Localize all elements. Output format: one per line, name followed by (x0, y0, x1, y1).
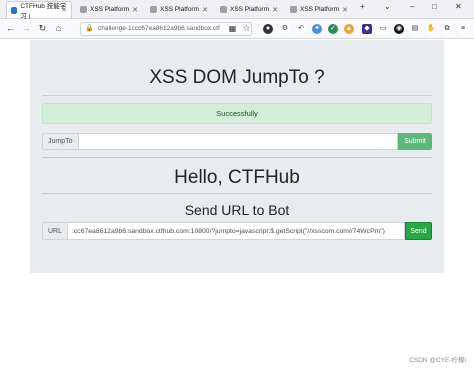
page-favicon-icon (150, 6, 157, 13)
close-tab-icon[interactable]: ✕ (342, 6, 348, 14)
back-icon[interactable]: ← (4, 22, 17, 35)
extensions-puzzle-icon[interactable]: ⧉ (442, 24, 452, 34)
lock-icon: 🔒 (85, 25, 94, 32)
close-tab-icon[interactable]: ✕ (272, 6, 278, 14)
tab-xss-platform-1[interactable]: XSS Platform ✕ (76, 1, 142, 18)
tab-label: XSS Platform (90, 6, 130, 13)
jumpto-form: JumpTo Submit (42, 133, 432, 150)
page-favicon-icon (80, 6, 87, 13)
extension-icon-8[interactable]: ▭ (378, 24, 388, 34)
extension-icon-7[interactable]: ◆ (362, 24, 372, 34)
jumpto-label: JumpTo (42, 133, 79, 150)
list-tabs-icon[interactable]: ⌄ (384, 2, 391, 11)
page-title: XSS DOM JumpTo ? (149, 67, 325, 88)
extension-icon-5[interactable]: ✓ (328, 24, 338, 34)
extension-icon-2[interactable]: ⚙ (280, 24, 290, 34)
csdn-watermark: CSDN @CYE-柠檬i (409, 357, 466, 364)
ctfhub-favicon-icon (11, 6, 18, 14)
success-alert: Successfully (42, 103, 432, 124)
close-window-icon[interactable]: ✕ (455, 2, 462, 11)
extension-icon-3[interactable]: ↶ (296, 24, 306, 34)
url-label: URL (42, 222, 69, 240)
nav-bar: ← → ↻ ⌂ 🔒 challenge-1ccc67ea8612a9b6.san… (0, 19, 474, 39)
forward-icon[interactable]: → (20, 22, 33, 35)
send-url-form: URL :cc67ea8612a9b6.sandbox.ctfhub.com:1… (42, 222, 432, 240)
extension-icon-10[interactable]: ▤ (410, 24, 420, 34)
url-text: challenge-1ccc67ea8612a9b6.sandbox.ctf (98, 25, 220, 32)
extension-icon-1[interactable]: ● (263, 24, 273, 34)
new-tab-button[interactable]: + (360, 2, 365, 11)
close-tab-icon[interactable]: ✕ (202, 6, 208, 14)
tab-xss-platform-3[interactable]: XSS Platform ✕ (216, 1, 282, 18)
page-favicon-icon (220, 6, 227, 13)
jumpto-input[interactable] (78, 133, 398, 150)
tab-label: XSS Platform (160, 6, 200, 13)
page-viewport: XSS DOM JumpTo ? Successfully JumpTo Sub… (0, 40, 474, 368)
bookmark-star-icon[interactable]: ☆ (240, 22, 253, 35)
tab-ctfhub[interactable]: CTFHub 技能学习 | ✕ (6, 1, 72, 20)
tab-xss-platform-4[interactable]: XSS Platform ✕ (286, 1, 352, 18)
send-button[interactable]: Send (405, 222, 432, 240)
page-favicon-icon (290, 6, 297, 13)
tab-label: XSS Platform (300, 6, 340, 13)
close-tab-icon[interactable]: ✕ (132, 6, 138, 14)
extension-icon-9[interactable]: ◉ (394, 24, 404, 34)
tab-label: XSS Platform (230, 6, 270, 13)
url-input[interactable]: :cc67ea8612a9b6.sandbox.ctfhub.com:10800… (68, 222, 405, 240)
maximize-icon[interactable]: □ (432, 2, 437, 11)
minimize-icon[interactable]: – (410, 2, 414, 11)
hello-heading: Hello, CTFHub (174, 167, 300, 188)
submit-button[interactable]: Submit (398, 133, 432, 150)
tab-xss-platform-2[interactable]: XSS Platform ✕ (146, 1, 212, 18)
divider (42, 95, 432, 96)
tab-strip: CTFHub 技能学习 | ✕ XSS Platform ✕ XSS Platf… (0, 0, 474, 20)
jumbotron: XSS DOM JumpTo ? Successfully JumpTo Sub… (30, 40, 444, 273)
extension-icon-4[interactable]: ✦ (312, 24, 322, 34)
home-icon[interactable]: ⌂ (52, 22, 65, 35)
reload-icon[interactable]: ↻ (36, 22, 49, 35)
close-tab-icon[interactable]: ✕ (61, 6, 67, 14)
divider (42, 157, 432, 158)
menu-icon[interactable]: ≡ (458, 24, 468, 34)
extension-icon-6[interactable]: ▲ (344, 24, 354, 34)
divider (42, 193, 432, 194)
extension-icon-11[interactable]: ✋ (426, 24, 436, 34)
send-url-heading: Send URL to Bot (184, 202, 290, 218)
qr-code-icon[interactable]: ▦ (226, 22, 239, 35)
